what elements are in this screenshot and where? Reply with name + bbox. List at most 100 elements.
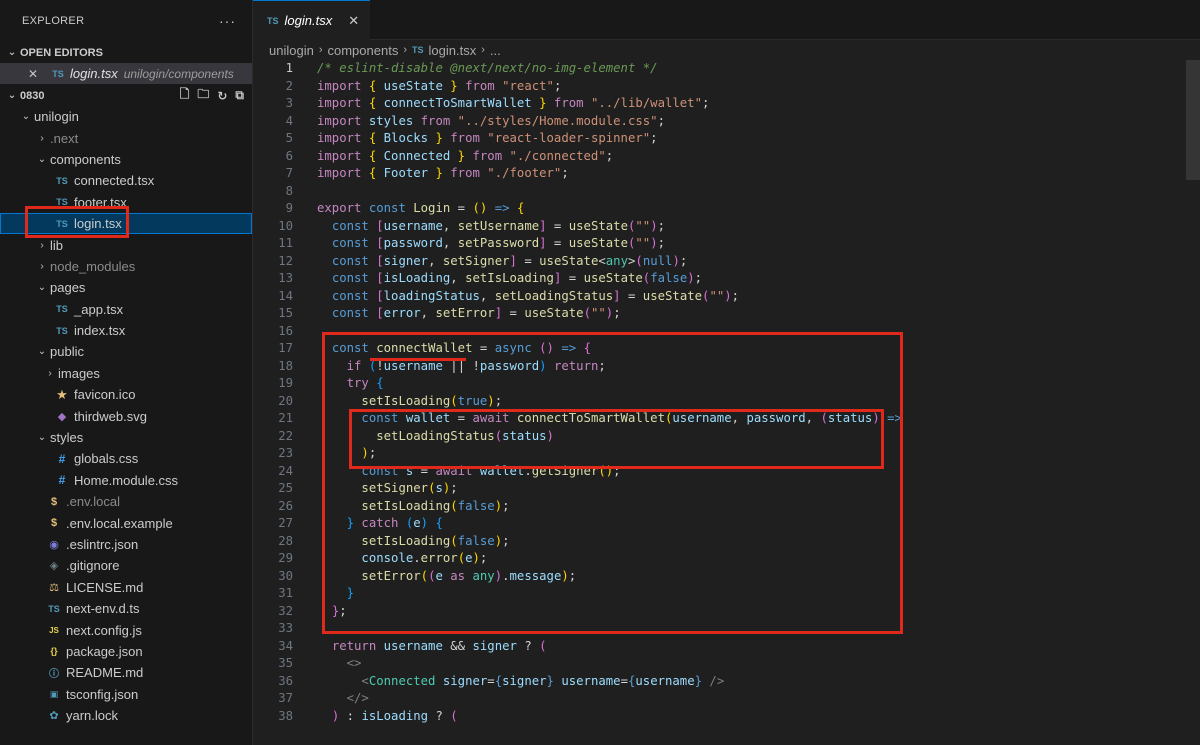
collapse-all-icon[interactable]: ⧉ <box>235 88 244 103</box>
tree-item-label: .eslintrc.json <box>66 537 139 552</box>
line-number: 37 <box>278 691 293 705</box>
explorer-title: EXPLORER <box>22 15 85 27</box>
tree-item-label: package.json <box>66 643 143 659</box>
breadcrumb-item[interactable]: components <box>328 43 399 58</box>
line-number: 15 <box>278 306 293 320</box>
file-item[interactable]: ★ favicon.ico <box>0 384 252 405</box>
line-number: 21 <box>278 411 293 425</box>
code-line: 31 } <box>253 585 1200 603</box>
workspace-section[interactable]: ⌄ 0830 🗋 🗀 ↻ ⧉ <box>0 85 252 106</box>
folder-item[interactable]: ⌄ styles <box>0 427 252 448</box>
line-number: 31 <box>278 586 293 600</box>
code-text: const [signer, setSigner] = useState<any… <box>331 253 688 268</box>
code-line: 16 <box>253 323 1200 341</box>
folder-item[interactable]: › node_modules <box>0 256 252 277</box>
file-item[interactable]: TS footer.tsx <box>0 192 252 213</box>
tab-login-tsx[interactable]: TS login.tsx ✕ <box>253 0 370 40</box>
line-number: 12 <box>278 253 293 268</box>
tree-item-label: lib <box>50 237 64 253</box>
line-number: 23 <box>278 446 293 460</box>
file-item[interactable]: ✿ yarn.lock <box>0 705 252 726</box>
file-item[interactable]: JS next.config.js <box>0 619 252 640</box>
file-item[interactable]: ⚖ LICENSE.md <box>0 577 252 598</box>
file-item[interactable]: TS index.tsx <box>0 320 252 341</box>
code-text: setIsLoading(false); <box>361 533 510 548</box>
code-text: const s = await wallet.getSigner(); <box>361 463 621 478</box>
line-number: 17 <box>278 341 293 355</box>
close-icon[interactable]: ✕ <box>28 67 44 81</box>
tree-item-label: unilogin <box>34 109 79 125</box>
line-number: 35 <box>278 656 293 670</box>
chevron-right-icon: › <box>48 367 52 379</box>
close-tab-icon[interactable]: ✕ <box>348 13 359 29</box>
code-line: 32 }; <box>253 603 1200 621</box>
code-text: import { Footer } from "./footer"; <box>317 166 569 180</box>
line-number: 19 <box>278 376 293 390</box>
code-line: 12 const [signer, setSigner] = useState<… <box>253 253 1200 271</box>
file-item[interactable]: # Home.module.css <box>0 470 252 491</box>
code-line: 8 <box>253 183 1200 201</box>
tree-item-label: components <box>50 151 121 167</box>
refresh-icon[interactable]: ↻ <box>217 89 227 103</box>
folder-item[interactable]: ⌄ public <box>0 341 252 362</box>
explorer-header: EXPLORER ··· <box>0 0 252 42</box>
file-item[interactable]: TS _app.tsx <box>0 299 252 320</box>
code-text: export const Login = () => { <box>317 201 525 215</box>
line-number: 10 <box>278 218 293 233</box>
folder-item[interactable]: ⌄ unilogin <box>0 106 252 127</box>
line-number: 4 <box>285 113 293 128</box>
file-tree: ⌄ unilogin › .next ⌄ components TS connected.ts… <box>0 106 252 726</box>
chevron-down-icon: ⌄ <box>21 111 31 123</box>
file-item[interactable]: ▣ tsconfig.json <box>0 684 252 705</box>
code-line: 9 export const Login = () => { <box>253 200 1200 218</box>
tsconfig-file-icon: ▣ <box>49 688 59 699</box>
line-number: 3 <box>285 96 293 110</box>
file-item[interactable]: TS login.tsx <box>0 212 252 235</box>
tree-item-label: node_modules <box>50 258 136 274</box>
tree-item-label: images <box>58 365 100 381</box>
file-item[interactable]: TS next-env.d.ts <box>0 598 252 619</box>
file-item[interactable]: $ .env.local.example <box>0 512 252 533</box>
code-line: 23 ); <box>253 445 1200 463</box>
file-item[interactable]: ◉ .eslintrc.json <box>0 534 252 555</box>
file-item[interactable]: TS connected.tsx <box>0 170 252 191</box>
folder-item[interactable]: ⌄ components <box>0 149 252 170</box>
file-item[interactable]: ◆ thirdweb.svg <box>0 405 252 426</box>
folder-item[interactable]: ⌄ pages <box>0 277 252 298</box>
breadcrumb-item[interactable]: ... <box>490 43 501 58</box>
editor-scrollbar[interactable] <box>1186 60 1200 180</box>
code-line: 24 const s = await wallet.getSigner(); <box>253 463 1200 481</box>
tree-item-label: next-env.d.ts <box>66 601 140 617</box>
file-item[interactable]: ◈ .gitignore <box>0 555 252 576</box>
code-text: const wallet = await connectToSmartWalle… <box>361 411 902 425</box>
file-item[interactable]: ⓘ README.md <box>0 662 252 683</box>
folder-item[interactable]: › .next <box>0 127 252 148</box>
code-text: const [password, setPassword] = useState… <box>331 236 666 250</box>
new-file-icon[interactable]: 🗋 <box>180 85 190 106</box>
code-text: import styles from "../styles/Home.modul… <box>317 113 665 128</box>
line-number: 11 <box>278 236 293 250</box>
tree-item-label: next.config.js <box>66 622 142 638</box>
tree-item-label: _app.tsx <box>74 301 124 317</box>
line-number: 28 <box>278 533 293 548</box>
more-actions-icon[interactable]: ··· <box>219 13 236 29</box>
line-number: 20 <box>278 393 293 408</box>
breadcrumb-item[interactable]: login.tsx <box>429 43 477 58</box>
open-editor-item[interactable]: ✕ TS login.tsx unilogin/components <box>0 63 252 84</box>
file-item[interactable]: # globals.css <box>0 448 252 469</box>
folder-item[interactable]: › lib <box>0 234 252 255</box>
new-folder-icon[interactable]: 🗀 <box>197 85 209 106</box>
code-line: 6 import { Connected } from "./connected"… <box>253 148 1200 166</box>
line-number: 34 <box>278 638 293 653</box>
breadcrumb-item[interactable]: unilogin <box>269 43 314 58</box>
file-item[interactable]: $ .env.local <box>0 491 252 512</box>
file-item[interactable]: {} package.json <box>0 641 252 662</box>
code-line: 30 setError((e as any).message); <box>253 568 1200 586</box>
open-editors-section[interactable]: ⌄ OPEN EDITORS <box>0 42 252 63</box>
folder-item[interactable]: › images <box>0 363 252 384</box>
code-text: setLoadingStatus(status) <box>376 428 554 443</box>
code-editor[interactable]: 1 /* eslint-disable @next/next/no-img-ele… <box>253 60 1200 745</box>
tree-item-label: .next <box>50 130 79 146</box>
license-file-icon: ⚖ <box>49 581 59 594</box>
code-text: /* eslint-disable @next/next/no-img-elem… <box>317 61 658 75</box>
